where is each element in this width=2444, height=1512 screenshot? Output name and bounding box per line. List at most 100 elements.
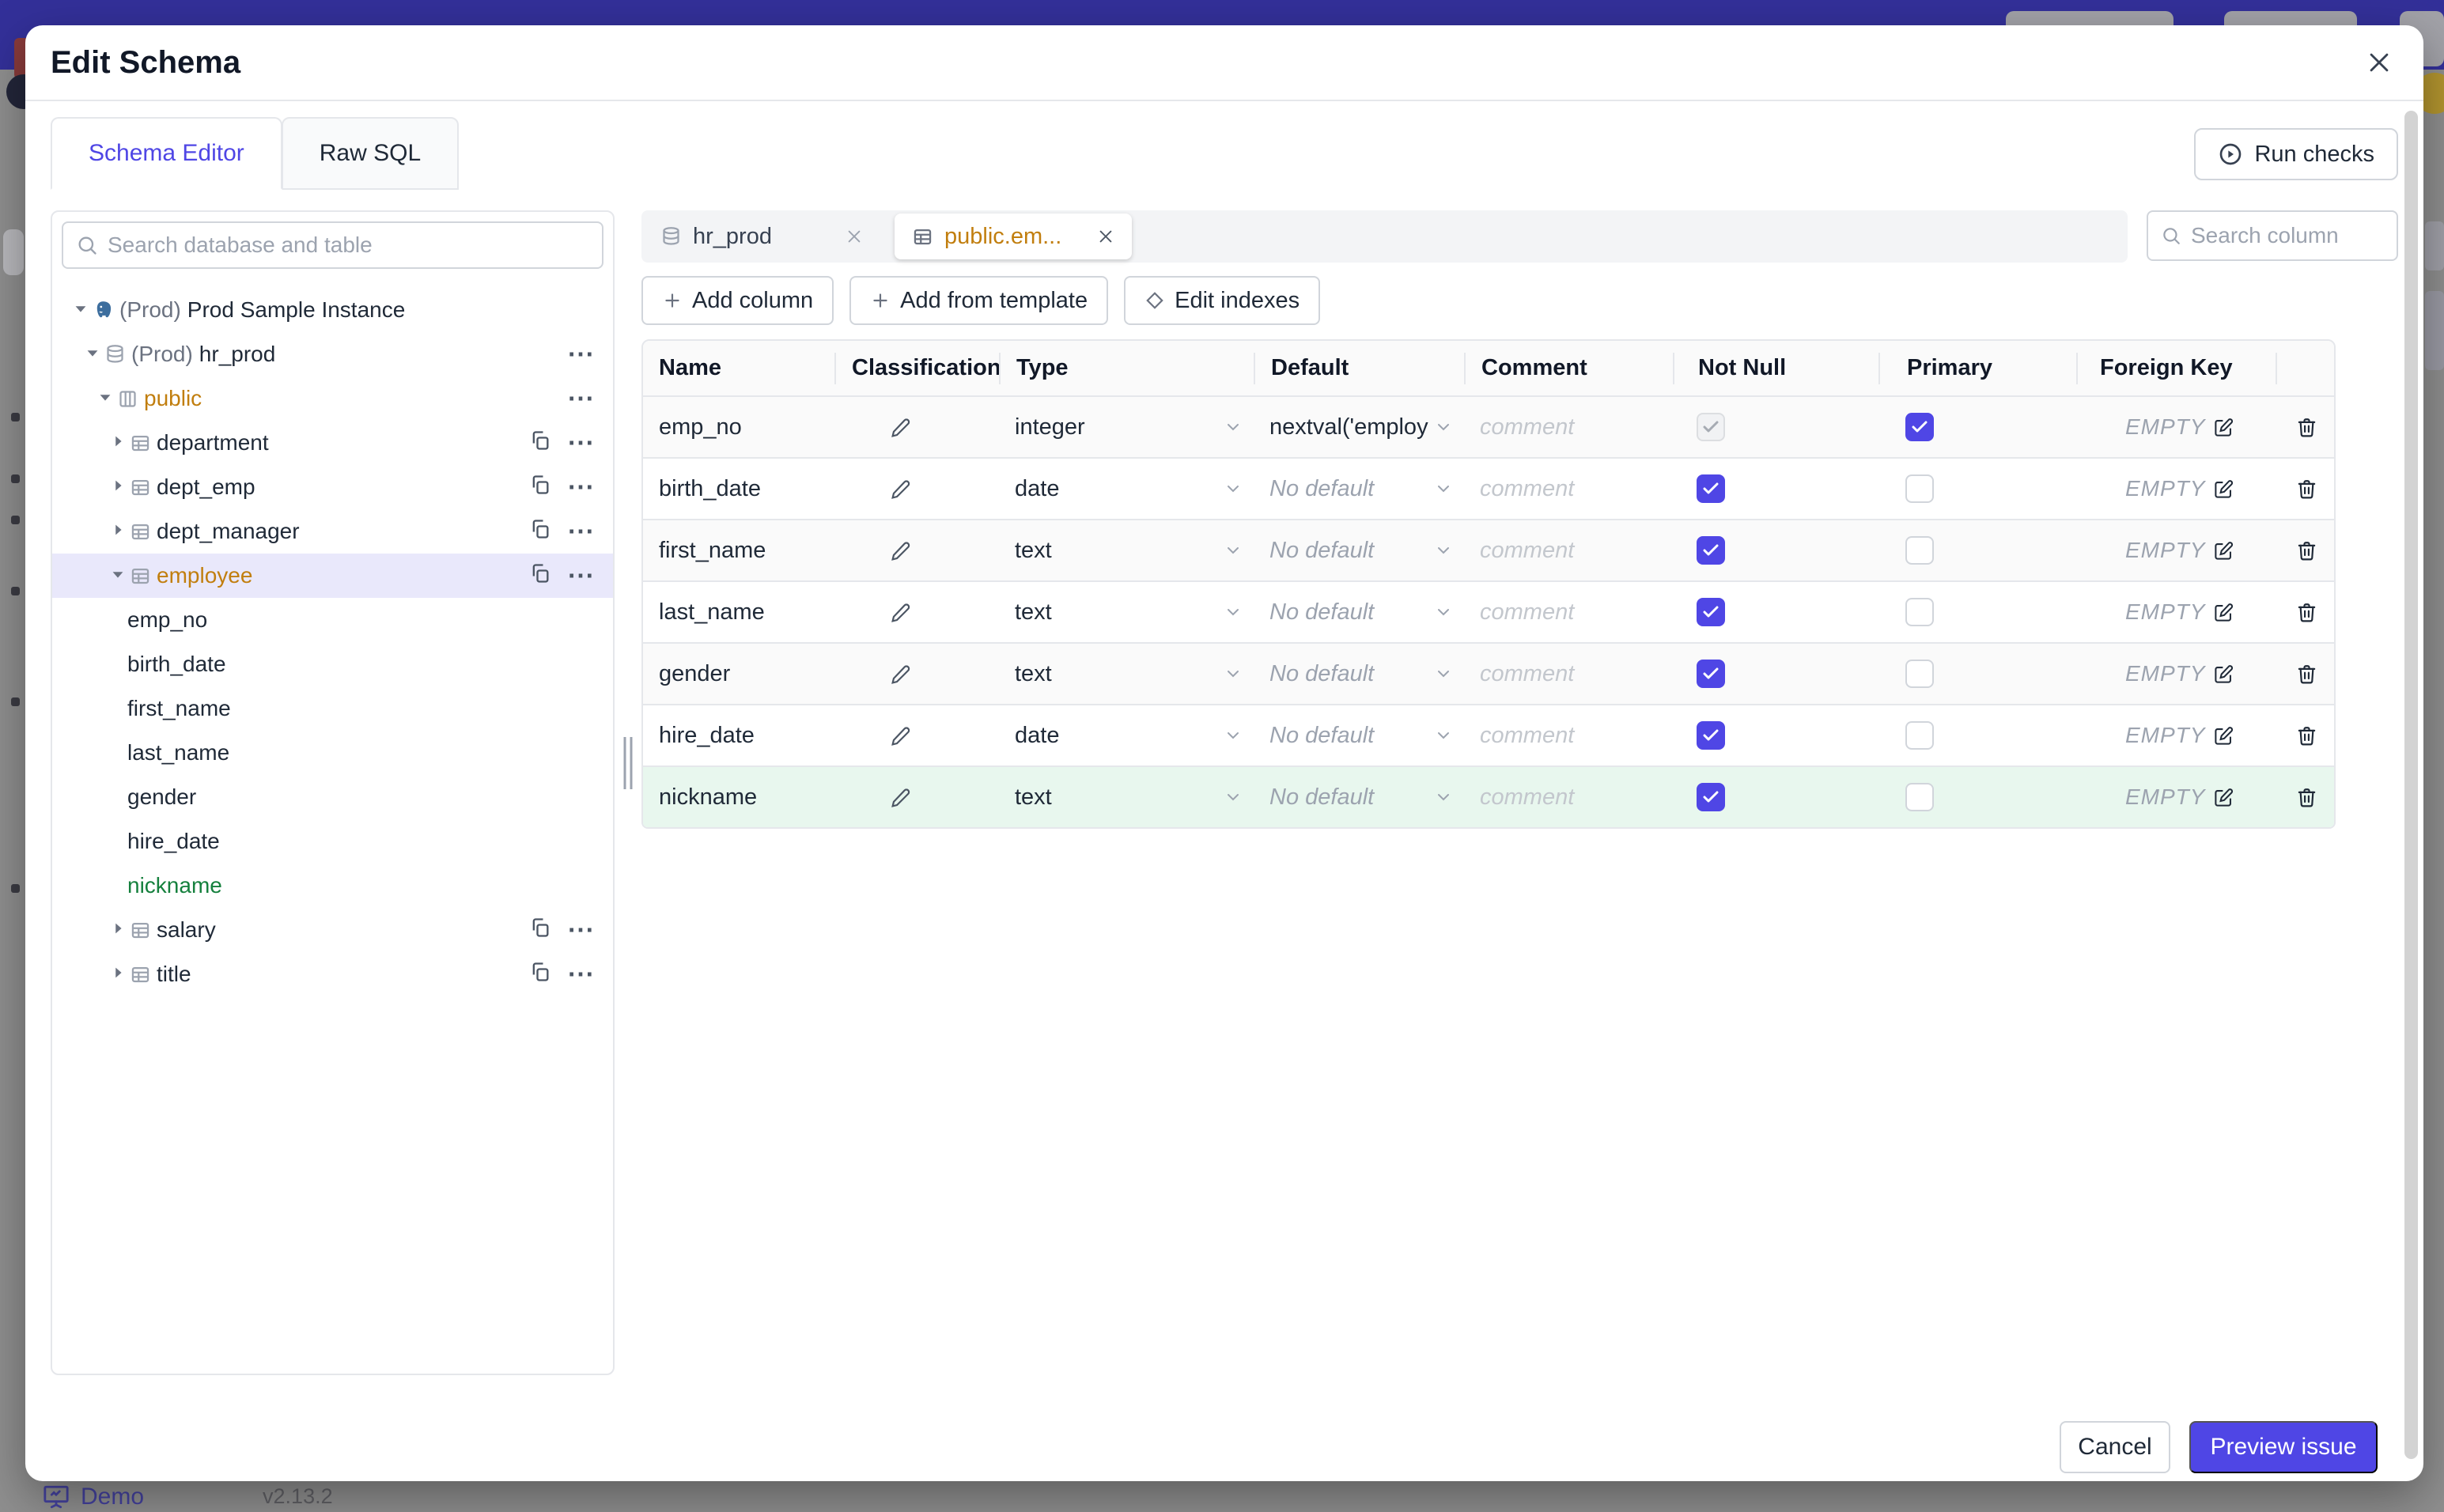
column-name[interactable]: hire_date (643, 723, 834, 749)
primary-checkbox[interactable] (1905, 474, 1934, 503)
default-select[interactable]: No default (1254, 723, 1464, 749)
add-column-button[interactable]: Add column (641, 276, 834, 325)
not-null-checkbox[interactable] (1697, 598, 1725, 626)
tree-item[interactable]: hire_date ⋯ (62, 819, 603, 864)
trash-icon[interactable] (2295, 724, 2318, 747)
chevron-down-icon[interactable] (84, 342, 104, 367)
comment-field[interactable]: comment (1464, 723, 1673, 749)
trash-icon[interactable] (2295, 416, 2318, 439)
not-null-checkbox[interactable] (1697, 660, 1725, 688)
default-select[interactable]: No default (1254, 661, 1464, 687)
edit-icon[interactable] (2213, 725, 2234, 747)
resize-handle-icon[interactable] (623, 737, 633, 789)
column-name[interactable]: first_name (643, 538, 834, 564)
more-menu-icon[interactable]: ⋯ (567, 385, 596, 412)
default-select[interactable]: No default (1254, 476, 1464, 502)
edit-icon[interactable] (2213, 663, 2234, 685)
primary-checkbox[interactable] (1905, 721, 1934, 750)
primary-checkbox[interactable] (1905, 598, 1934, 626)
not-null-checkbox[interactable] (1697, 536, 1725, 565)
edit-icon[interactable] (2213, 787, 2234, 808)
classification-cell[interactable] (834, 601, 999, 624)
classification-cell[interactable] (834, 539, 999, 562)
chevron-right-icon[interactable] (109, 962, 130, 987)
chevron-right-icon[interactable] (109, 917, 130, 943)
not-null-checkbox[interactable] (1697, 413, 1725, 441)
tree-item[interactable]: first_name ⋯ (62, 686, 603, 731)
column-name[interactable]: last_name (643, 599, 834, 626)
edit-icon[interactable] (2213, 478, 2234, 500)
edit-icon[interactable] (2213, 417, 2234, 438)
more-menu-icon[interactable]: ⋯ (567, 961, 596, 988)
chevron-right-icon[interactable] (109, 519, 130, 544)
tree-item[interactable]: department ⋯ (62, 421, 603, 465)
tab-database-hr-prod[interactable]: hr_prod (643, 214, 880, 259)
copy-icon[interactable] (529, 474, 551, 501)
type-select[interactable]: text (999, 661, 1254, 687)
column-name[interactable]: gender (643, 661, 834, 687)
primary-checkbox[interactable] (1905, 413, 1934, 441)
close-tab-icon[interactable] (1097, 228, 1114, 245)
more-menu-icon[interactable]: ⋯ (567, 341, 596, 368)
tree-item[interactable]: dept_emp ⋯ (62, 465, 603, 509)
not-null-checkbox[interactable] (1697, 721, 1725, 750)
trash-icon[interactable] (2295, 539, 2318, 562)
edit-icon[interactable] (2213, 602, 2234, 623)
chevron-right-icon[interactable] (109, 430, 130, 455)
column-name[interactable]: emp_no (643, 414, 834, 440)
classification-cell[interactable] (834, 724, 999, 747)
close-icon[interactable] (2362, 45, 2397, 80)
tree-item[interactable]: birth_date ⋯ (62, 642, 603, 686)
comment-field[interactable]: comment (1464, 599, 1673, 626)
classification-cell[interactable] (834, 663, 999, 686)
copy-icon[interactable] (529, 961, 551, 988)
type-select[interactable]: text (999, 599, 1254, 626)
chevron-down-icon[interactable] (72, 297, 93, 323)
tab-schema-editor[interactable]: Schema Editor (51, 117, 282, 190)
trash-icon[interactable] (2295, 478, 2318, 501)
more-menu-icon[interactable]: ⋯ (567, 917, 596, 943)
default-select[interactable]: No default (1254, 599, 1464, 626)
more-menu-icon[interactable]: ⋯ (567, 429, 596, 456)
copy-icon[interactable] (529, 562, 551, 590)
classification-cell[interactable] (834, 786, 999, 809)
primary-checkbox[interactable] (1905, 660, 1934, 688)
type-select[interactable]: text (999, 538, 1254, 564)
classification-cell[interactable] (834, 416, 999, 439)
tree-item[interactable]: salary ⋯ (62, 908, 603, 952)
tree-item[interactable]: emp_no ⋯ (62, 598, 603, 642)
type-select[interactable]: date (999, 723, 1254, 749)
trash-icon[interactable] (2295, 786, 2318, 809)
default-select[interactable]: No default (1254, 784, 1464, 811)
tab-raw-sql[interactable]: Raw SQL (281, 117, 460, 190)
comment-field[interactable]: comment (1464, 538, 1673, 564)
primary-checkbox[interactable] (1905, 536, 1934, 565)
tree-item[interactable]: nickname ⋯ (62, 864, 603, 908)
edit-icon[interactable] (2213, 540, 2234, 561)
column-name[interactable]: nickname (643, 784, 834, 811)
comment-field[interactable]: comment (1464, 784, 1673, 811)
more-menu-icon[interactable]: ⋯ (567, 474, 596, 501)
comment-field[interactable]: comment (1464, 661, 1673, 687)
default-select[interactable]: No default (1254, 538, 1464, 564)
tree-item[interactable]: (Prod) Prod Sample Instance ⋯ (62, 288, 603, 332)
column-name[interactable]: birth_date (643, 476, 834, 502)
run-checks-button[interactable]: Run checks (2194, 128, 2398, 180)
tab-table-public-employee[interactable]: public.em... (895, 214, 1132, 259)
comment-field[interactable]: comment (1464, 476, 1673, 502)
comment-field[interactable]: comment (1464, 414, 1673, 440)
default-select[interactable]: nextval('employ (1254, 414, 1464, 440)
add-from-template-button[interactable]: Add from template (849, 276, 1109, 325)
not-null-checkbox[interactable] (1697, 474, 1725, 503)
tree-item[interactable]: employee ⋯ (52, 554, 613, 598)
copy-icon[interactable] (529, 429, 551, 457)
primary-checkbox[interactable] (1905, 783, 1934, 811)
tree-item[interactable]: last_name ⋯ (62, 731, 603, 775)
panel-resize-divider[interactable] (615, 210, 641, 1375)
cancel-button[interactable]: Cancel (2060, 1421, 2170, 1473)
more-menu-icon[interactable]: ⋯ (567, 518, 596, 545)
chevron-down-icon[interactable] (96, 386, 117, 411)
tree-item[interactable]: dept_manager ⋯ (62, 509, 603, 554)
tree-search-input[interactable] (108, 232, 589, 258)
more-menu-icon[interactable]: ⋯ (567, 562, 596, 589)
